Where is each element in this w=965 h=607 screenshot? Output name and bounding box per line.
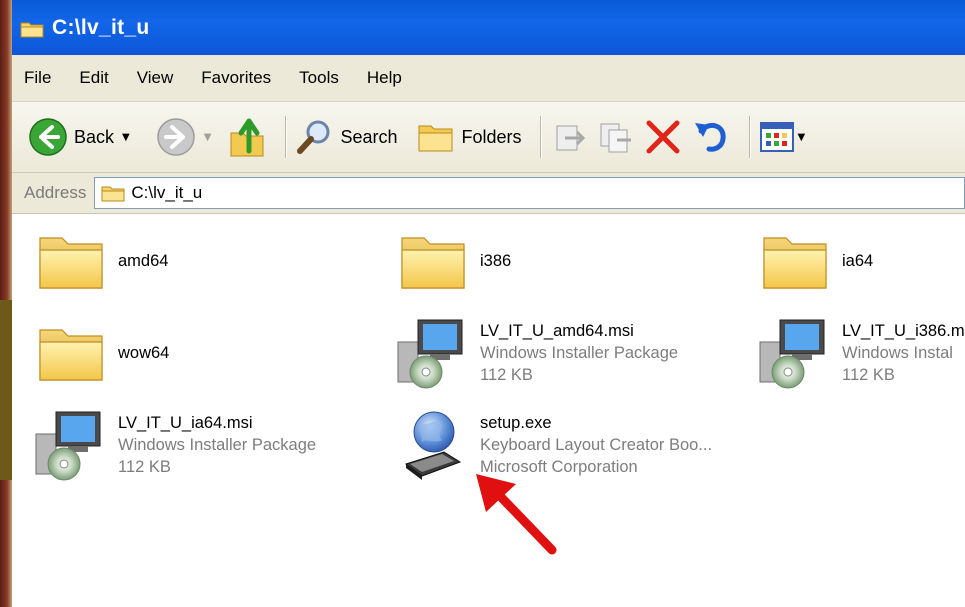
desktop-background-strip xyxy=(0,0,12,607)
views-button[interactable]: ▼ xyxy=(759,122,806,152)
folder-item-ia64[interactable]: ia64 xyxy=(758,224,873,298)
back-button[interactable]: Back ▼ xyxy=(28,117,130,157)
copy-to-icon xyxy=(600,123,631,153)
search-icon xyxy=(297,120,330,154)
msi-installer-icon xyxy=(35,411,101,481)
folder-icon xyxy=(401,237,465,289)
file-size: 112 KB xyxy=(118,458,171,476)
msi-installer-icon xyxy=(759,319,825,389)
copy-to-button[interactable] xyxy=(597,118,635,156)
views-grid-icon xyxy=(759,122,794,152)
delete-x-icon xyxy=(646,120,680,154)
back-dropdown-icon[interactable]: ▼ xyxy=(122,132,130,143)
folder-icon xyxy=(39,237,103,289)
toolbar-separator xyxy=(285,116,287,158)
file-type: Windows Instal xyxy=(842,344,953,362)
forward-button[interactable]: ▼ xyxy=(156,117,212,157)
toolbar-separator xyxy=(748,116,750,158)
toolbar-separator xyxy=(539,116,541,158)
address-input[interactable]: C:\lv_it_u xyxy=(94,177,965,209)
folder-item-wow64[interactable]: wow64 xyxy=(34,316,169,390)
file-size: 112 KB xyxy=(842,366,895,384)
setup-globe-icon xyxy=(404,411,462,480)
folders-label: Folders xyxy=(461,126,522,147)
menu-favorites[interactable]: Favorites xyxy=(201,68,271,88)
menu-edit[interactable]: Edit xyxy=(79,68,108,88)
address-label: Address xyxy=(24,183,87,202)
forward-arrow-icon xyxy=(156,118,195,156)
folder-icon xyxy=(763,237,827,289)
back-label: Back xyxy=(74,126,115,147)
msi-installer-icon xyxy=(397,319,463,389)
file-name: setup.exe xyxy=(480,414,552,432)
back-arrow-icon xyxy=(29,118,67,156)
up-folder-button[interactable] xyxy=(227,115,267,159)
folder-icon xyxy=(20,22,44,37)
undo-icon xyxy=(694,122,726,152)
title-bar[interactable]: C:\lv_it_u xyxy=(12,0,965,55)
folder-item-i386[interactable]: i386 xyxy=(396,224,511,298)
menu-file[interactable]: File xyxy=(24,68,51,88)
folder-icon xyxy=(39,329,103,381)
forward-dropdown-icon[interactable]: ▼ xyxy=(204,132,212,143)
move-to-button[interactable] xyxy=(551,118,589,156)
file-item-msi-i386[interactable]: LV_IT_U_i386.m Windows Instal 112 KB xyxy=(758,316,965,390)
up-folder-icon xyxy=(230,118,264,157)
address-path: C:\lv_it_u xyxy=(131,183,203,202)
delete-button[interactable] xyxy=(643,117,683,157)
views-dropdown-icon[interactable]: ▼ xyxy=(798,132,806,143)
folder-icon xyxy=(101,186,125,202)
file-description: Keyboard Layout Creator Boo... xyxy=(480,436,713,454)
explorer-window: C:\lv_it_u File Edit View Favorites Tool… xyxy=(12,0,965,607)
address-bar: Address C:\lv_it_u xyxy=(12,173,965,214)
file-size: 112 KB xyxy=(480,366,533,384)
menu-help[interactable]: Help xyxy=(367,68,402,88)
window-title: C:\lv_it_u xyxy=(52,15,150,39)
search-button[interactable]: Search xyxy=(296,118,397,156)
file-name: LV_IT_U_i386.m xyxy=(842,322,965,340)
move-to-icon xyxy=(556,125,585,151)
file-type: Windows Installer Package xyxy=(480,344,679,362)
annotation-arrow-icon xyxy=(476,474,557,555)
file-item-msi-ia64[interactable]: LV_IT_U_ia64.msi Windows Installer Packa… xyxy=(34,408,316,482)
file-name: i386 xyxy=(480,252,512,270)
file-type: Windows Installer Package xyxy=(118,436,317,454)
undo-button[interactable] xyxy=(691,117,731,157)
file-name: amd64 xyxy=(118,252,169,270)
folders-icon xyxy=(418,125,453,152)
file-name: ia64 xyxy=(842,252,874,270)
search-label: Search xyxy=(340,126,398,147)
file-name: wow64 xyxy=(118,344,170,362)
menu-view[interactable]: View xyxy=(137,68,174,88)
folders-button[interactable]: Folders xyxy=(417,120,522,154)
menu-bar: File Edit View Favorites Tools Help xyxy=(12,55,965,102)
menu-tools[interactable]: Tools xyxy=(299,68,339,88)
folder-item-amd64[interactable]: amd64 xyxy=(34,224,168,298)
toolbar: Back ▼ ▼ Search Folders ▼ xyxy=(12,102,965,173)
file-item-msi-amd64[interactable]: LV_IT_U_amd64.msi Windows Installer Pack… xyxy=(396,316,678,390)
file-name: LV_IT_U_ia64.msi xyxy=(118,414,253,432)
file-name: LV_IT_U_amd64.msi xyxy=(480,322,634,340)
